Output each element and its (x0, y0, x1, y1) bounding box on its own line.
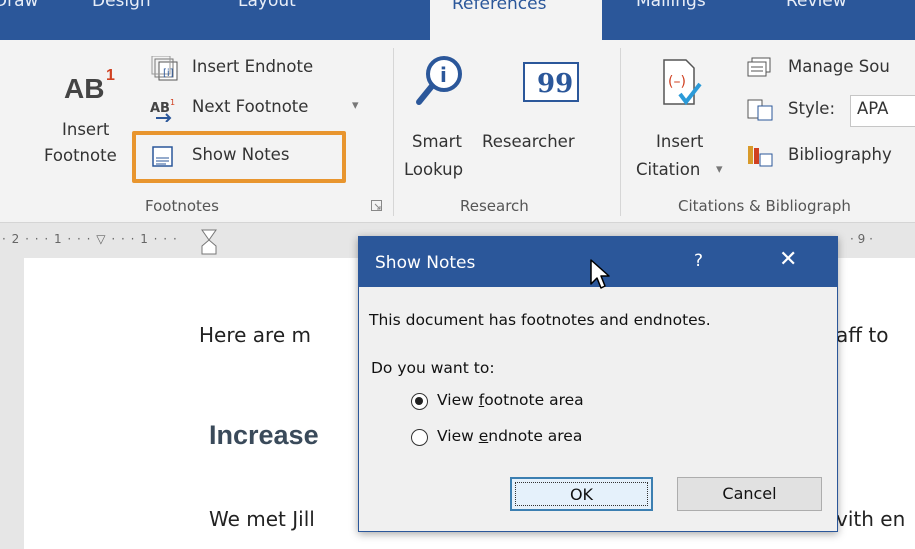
tab-layout[interactable]: Layout (238, 0, 296, 36)
svg-text:i: i (440, 63, 447, 87)
researcher-icon: 99 (523, 62, 579, 102)
style-icon (747, 99, 773, 121)
radio-button-checked[interactable] (411, 393, 428, 410)
insert-citation-label-2: Citation (636, 160, 701, 179)
style-value: APA (857, 99, 889, 118)
cancel-label: Cancel (722, 484, 777, 503)
dialog-question: Do you want to: (371, 359, 495, 377)
bibliography-button[interactable]: Bibliography (746, 142, 915, 172)
dialog-title: Show Notes (375, 253, 476, 273)
insert-citation-label-1: Insert (656, 132, 704, 151)
doc-heading: Increase (209, 420, 319, 450)
tab-draw[interactable]: Draw (0, 0, 38, 36)
tab-design[interactable]: Design (92, 0, 151, 36)
insert-footnote-label-2: Footnote (44, 146, 117, 165)
close-icon[interactable]: ✕ (779, 247, 797, 272)
researcher-label: Researcher (482, 132, 575, 151)
indent-marker[interactable] (200, 228, 218, 256)
insert-footnote-button[interactable]: AB 1 Insert Footnote (40, 50, 132, 190)
svg-text:99: 99 (537, 69, 573, 99)
insert-endnote-label: Insert Endnote (192, 57, 314, 76)
insert-citation-button[interactable]: (–) Insert Citation ▾ (630, 50, 730, 190)
ruler-right-marks: · 9 · (850, 232, 873, 246)
tab-references[interactable]: References (430, 0, 602, 40)
ruler-left-marks: · 2 · · · 1 · · · ▽ · · · 1 · · · (2, 232, 178, 246)
citations-group-label: Citations & Bibliograph (678, 197, 851, 215)
next-footnote-icon: AB 1 (150, 98, 175, 122)
next-footnote-button[interactable]: AB 1 Next Footnote ▾ (150, 94, 370, 124)
doc-text-line: aff to (836, 323, 889, 347)
tab-mailings[interactable]: Mailings (636, 0, 706, 36)
radio-button[interactable] (411, 429, 428, 446)
doc-text-line: vith en (836, 507, 906, 531)
dialog-message: This document has footnotes and endnotes… (369, 311, 711, 329)
radio-label: View footnote area (437, 391, 584, 409)
researcher-button[interactable]: 99 Researcher (478, 50, 608, 190)
svg-text:[i]: [i] (163, 68, 174, 79)
dialog-launcher-icon[interactable] (371, 200, 383, 212)
insert-footnote-label-1: Insert (62, 120, 110, 139)
ok-button[interactable]: OK (510, 477, 653, 511)
footnote-icon: AB 1 (64, 67, 115, 104)
radio-view-footnote-area[interactable]: View footnote area (411, 389, 671, 415)
cursor-icon (590, 259, 610, 289)
show-notes-icon (152, 146, 173, 167)
footnotes-group-label: Footnotes (145, 197, 219, 215)
svg-text:AB: AB (64, 73, 104, 104)
style-label: Style: (788, 99, 836, 118)
next-footnote-label: Next Footnote (192, 97, 309, 116)
insert-endnote-icon: [i] (151, 56, 178, 81)
research-group-label: Research (460, 197, 529, 215)
manage-sources-icon (747, 57, 771, 77)
show-notes-label: Show Notes (192, 145, 290, 164)
style-dropdown[interactable]: APA (850, 95, 915, 127)
insert-endnote-button[interactable]: [i] Insert Endnote (150, 54, 360, 84)
separator (393, 48, 394, 216)
cancel-button[interactable]: Cancel (677, 477, 822, 511)
ribbon-tab-bar: Draw Design Layout References Mailings R… (0, 0, 915, 40)
svg-text:(–): (–) (668, 74, 686, 90)
manage-sources-button[interactable]: Manage Sou (746, 54, 915, 84)
svg-text:1: 1 (106, 67, 115, 84)
chevron-down-icon[interactable]: ▾ (716, 162, 723, 177)
smart-lookup-label-2: Lookup (404, 160, 464, 179)
style-selector[interactable]: Style: APA (746, 95, 915, 127)
insert-citation-icon: (–) (663, 59, 702, 106)
focus-outline (515, 482, 648, 506)
help-icon[interactable]: ? (694, 251, 703, 271)
manage-sources-label: Manage Sou (788, 57, 890, 76)
show-notes-button[interactable]: Show Notes (150, 142, 340, 172)
bibliography-label: Bibliography (788, 145, 892, 164)
tab-review[interactable]: Review (786, 0, 847, 36)
bibliography-icon (748, 146, 773, 167)
svg-text:1: 1 (170, 98, 175, 107)
smart-lookup-label-1: Smart (412, 132, 462, 151)
chevron-down-icon[interactable]: ▾ (352, 98, 359, 113)
separator (620, 48, 621, 216)
smart-lookup-icon: i (416, 56, 462, 105)
doc-text-line: Here are m (199, 323, 311, 347)
radio-label: View endnote area (437, 427, 583, 445)
radio-view-endnote-area[interactable]: View endnote area (411, 425, 671, 451)
doc-text-line: We met Jill (209, 507, 315, 531)
